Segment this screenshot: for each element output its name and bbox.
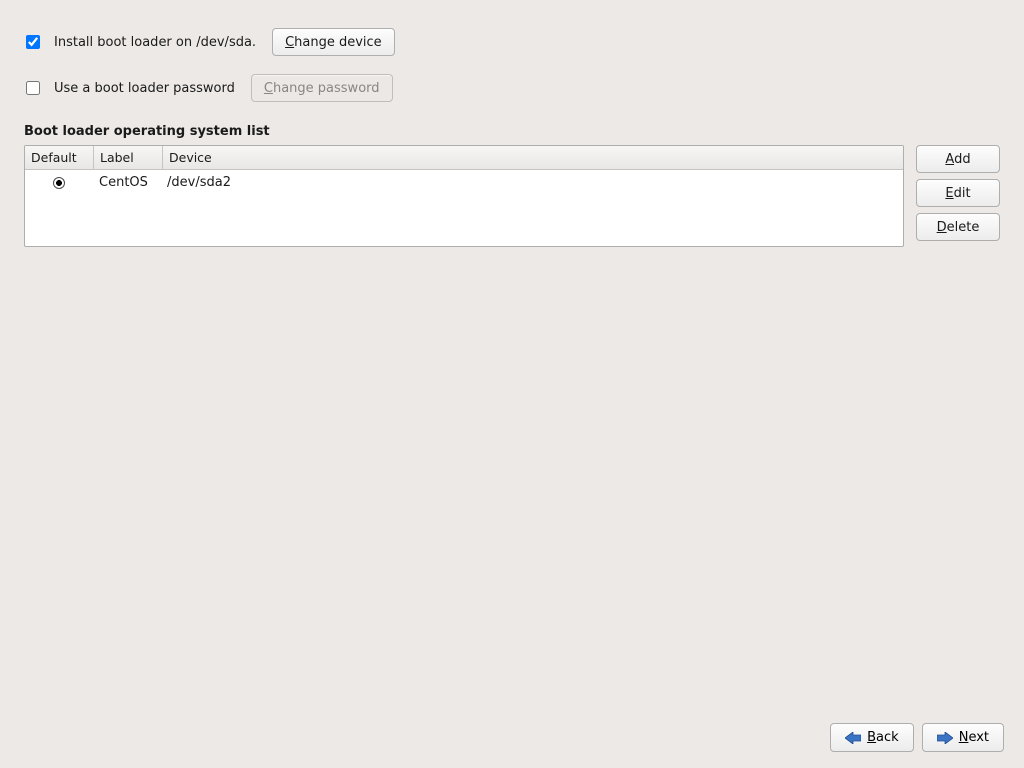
os-list-heading: Boot loader operating system list (24, 124, 1000, 139)
wizard-nav-bar: Back Next (830, 723, 1004, 752)
install-boot-loader-row: Install boot loader on /dev/sda. Change … (24, 28, 1000, 56)
arrow-right-icon (937, 732, 953, 744)
col-header-device[interactable]: Device (163, 146, 903, 169)
os-list-header: Default Label Device (25, 146, 903, 170)
next-button-label: Next (959, 730, 989, 745)
os-list-side-buttons: Add Edit Delete (916, 145, 1000, 241)
radio-selected-icon (53, 177, 65, 189)
boot-loader-password-row: Use a boot loader password Change passwo… (24, 74, 1000, 102)
delete-button[interactable]: Delete (916, 213, 1000, 241)
change-device-button[interactable]: Change device (272, 28, 395, 56)
back-button-label: Back (867, 730, 899, 745)
install-boot-loader-label: Install boot loader on /dev/sda. (54, 35, 264, 50)
os-list-body: CentOS /dev/sda2 (25, 170, 903, 246)
add-button[interactable]: Add (916, 145, 1000, 173)
row-default-cell[interactable] (25, 172, 93, 194)
change-password-button: Change password (251, 74, 393, 102)
back-button[interactable]: Back (830, 723, 914, 752)
install-boot-loader-checkbox[interactable] (26, 35, 40, 49)
col-header-label[interactable]: Label (94, 146, 163, 169)
boot-loader-password-label: Use a boot loader password (54, 81, 243, 96)
arrow-left-icon (845, 732, 861, 744)
os-list-table[interactable]: Default Label Device CentOS /dev/sda2 (24, 145, 904, 247)
col-header-default[interactable]: Default (25, 146, 94, 169)
boot-loader-config-page: Install boot loader on /dev/sda. Change … (0, 0, 1024, 768)
boot-loader-password-checkbox[interactable] (26, 81, 40, 95)
row-label-cell: CentOS (93, 170, 161, 195)
table-row[interactable]: CentOS /dev/sda2 (25, 170, 903, 195)
edit-button[interactable]: Edit (916, 179, 1000, 207)
os-list-area: Default Label Device CentOS /dev/sda2 Ad… (24, 145, 1000, 247)
next-button[interactable]: Next (922, 723, 1004, 752)
row-device-cell: /dev/sda2 (161, 170, 903, 195)
